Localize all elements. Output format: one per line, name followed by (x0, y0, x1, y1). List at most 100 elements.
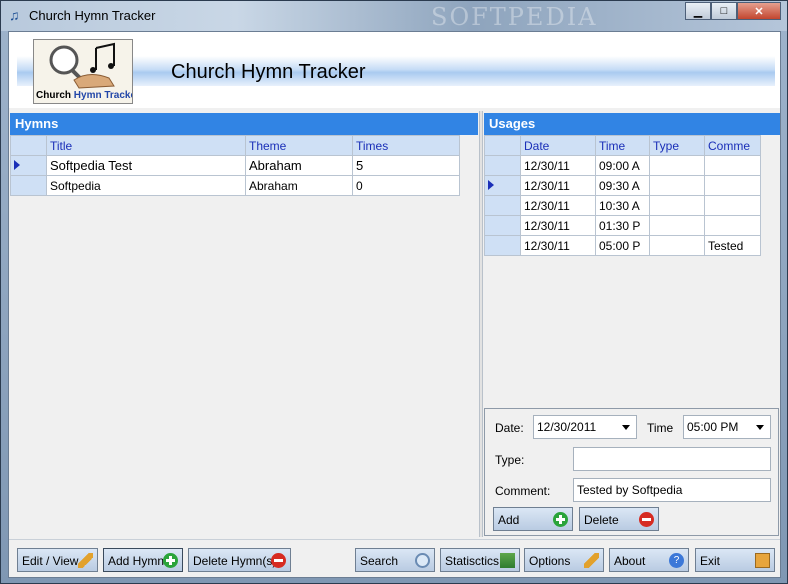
table-row[interactable]: 12/30/11 09:00 A (484, 155, 761, 176)
statistics-label: Statisctics (445, 554, 500, 568)
usage-type-cell[interactable] (649, 195, 705, 216)
usage-comment-cell[interactable]: Tested (704, 235, 761, 256)
minimize-button[interactable]: ▁ (685, 2, 711, 20)
usage-date-cell[interactable]: 12/30/11 (520, 195, 596, 216)
row-indicator (484, 155, 521, 176)
logo-label-part-1: Church (36, 90, 71, 101)
usages-grid[interactable]: Date Time Type Comme 12/30/11 09:00 A 12… (484, 135, 780, 405)
close-button[interactable]: ✕ (737, 2, 781, 20)
hymn-theme-cell[interactable]: Abraham (245, 155, 353, 176)
main-client: Church Hymn Tracker Church Hymn Tracker … (8, 31, 781, 578)
row-indicator-header (484, 135, 521, 156)
usage-time-cell[interactable]: 09:00 A (595, 155, 650, 176)
usages-panel-header: Usages (484, 113, 780, 135)
column-title[interactable]: Title (46, 135, 246, 156)
usage-time-cell[interactable]: 10:30 A (595, 195, 650, 216)
column-type[interactable]: Type (649, 135, 705, 156)
delete-hymns-label: Delete Hymn(s) (193, 554, 277, 568)
usage-date-cell[interactable]: 12/30/11 (520, 175, 596, 196)
window-title: Church Hymn Tracker (29, 8, 156, 23)
help-icon: ? (669, 553, 684, 568)
usage-comment-cell[interactable] (704, 195, 761, 216)
magnifier-hand-icon (49, 42, 115, 89)
current-row-arrow-icon (14, 160, 20, 170)
edit-view-label: Edit / View (22, 554, 79, 568)
search-button[interactable]: Search (355, 548, 435, 572)
usage-time-cell[interactable]: 05:00 P (595, 235, 650, 256)
usage-time-cell[interactable]: 09:30 A (595, 175, 650, 196)
date-picker[interactable]: 12/30/2011 (533, 415, 637, 439)
statistics-button[interactable]: Statisctics (440, 548, 520, 572)
add-hymn-label: Add Hymn (108, 554, 165, 568)
table-row[interactable]: Softpedia Abraham 0 (10, 175, 460, 196)
options-button[interactable]: Options (524, 548, 604, 572)
row-indicator (10, 155, 47, 176)
table-row[interactable]: 12/30/11 10:30 A (484, 195, 761, 216)
column-comment[interactable]: Comme (704, 135, 761, 156)
options-label: Options (529, 554, 571, 568)
table-row[interactable]: Softpedia Test Abraham 5 (10, 155, 460, 176)
bottom-toolbar: Edit / View Add Hymn Delete Hymn(s) Sear… (9, 539, 780, 577)
chart-icon (500, 553, 515, 568)
type-field[interactable] (573, 447, 771, 471)
column-theme[interactable]: Theme (245, 135, 353, 156)
row-indicator (484, 215, 521, 236)
hymn-times-cell[interactable]: 0 (352, 175, 460, 196)
type-label: Type: (495, 453, 525, 467)
hymns-table: Title Theme Times Softpedia Test Abraham… (10, 135, 460, 196)
usage-detail-form: Date: 12/30/2011 Time 05:00 PM Type: Com… (484, 408, 779, 536)
table-row[interactable]: 12/30/11 05:00 P Tested (484, 235, 761, 256)
hymn-title-cell[interactable]: Softpedia Test (46, 155, 246, 176)
edit-view-button[interactable]: Edit / View (17, 548, 98, 572)
hymn-title-cell[interactable]: Softpedia (46, 175, 246, 196)
usage-type-cell[interactable] (649, 155, 705, 176)
exit-button[interactable]: Exit (695, 548, 775, 572)
usage-type-cell[interactable] (649, 215, 705, 236)
usage-type-cell[interactable] (649, 175, 705, 196)
logo-label-part-2: Hymn Tracker (73, 90, 132, 101)
pencil-icon (78, 553, 93, 568)
panel-splitter[interactable] (479, 111, 483, 537)
column-date[interactable]: Date (520, 135, 596, 156)
column-time[interactable]: Time (595, 135, 650, 156)
delete-usage-label: Delete (584, 513, 619, 527)
maximize-button[interactable]: □ (711, 2, 737, 20)
about-button[interactable]: About ? (609, 548, 689, 572)
hymn-times-cell[interactable]: 5 (352, 155, 460, 176)
usage-comment-cell[interactable] (704, 175, 761, 196)
usage-time-cell[interactable]: 01:30 P (595, 215, 650, 236)
table-row[interactable]: 12/30/11 01:30 P (484, 215, 761, 236)
column-times[interactable]: Times (352, 135, 460, 156)
usage-date-cell[interactable]: 12/30/11 (520, 155, 596, 176)
delete-hymns-button[interactable]: Delete Hymn(s) (188, 548, 291, 572)
about-label: About (614, 554, 646, 568)
hymns-panel-header: Hymns (10, 113, 478, 135)
usage-type-cell[interactable] (649, 235, 705, 256)
usage-comment-cell[interactable] (704, 215, 761, 236)
header: Church Hymn Tracker Church Hymn Tracker (9, 32, 780, 108)
title-bar[interactable]: ♫ Church Hymn Tracker SOFTPEDIA ▁ □ ✕ (1, 1, 787, 31)
comment-field[interactable]: Tested by Softpedia (573, 478, 771, 502)
minus-icon (639, 512, 654, 527)
delete-usage-button[interactable]: Delete (579, 507, 659, 531)
usages-header-row: Date Time Type Comme (484, 135, 761, 156)
app-logo: Church Hymn Tracker (33, 39, 133, 104)
add-hymn-button[interactable]: Add Hymn (103, 548, 183, 572)
add-usage-label: Add (498, 513, 520, 527)
search-label: Search (360, 554, 399, 568)
time-label: Time (647, 421, 674, 435)
add-usage-button[interactable]: Add (493, 507, 573, 531)
comment-label: Comment: (495, 484, 551, 498)
exit-door-icon (755, 553, 770, 568)
plus-icon (553, 512, 568, 527)
logo-label: Church Hymn Tracker (36, 90, 132, 101)
usage-date-cell[interactable]: 12/30/11 (520, 235, 596, 256)
usage-comment-cell[interactable] (704, 155, 761, 176)
hymns-grid[interactable]: Title Theme Times Softpedia Test Abraham… (10, 135, 478, 537)
pencil-icon (584, 553, 599, 568)
table-row[interactable]: 12/30/11 09:30 A (484, 175, 761, 196)
usage-date-cell[interactable]: 12/30/11 (520, 215, 596, 236)
hymn-theme-cell[interactable]: Abraham (245, 175, 353, 196)
time-picker[interactable]: 05:00 PM (683, 415, 771, 439)
plus-icon (163, 553, 178, 568)
